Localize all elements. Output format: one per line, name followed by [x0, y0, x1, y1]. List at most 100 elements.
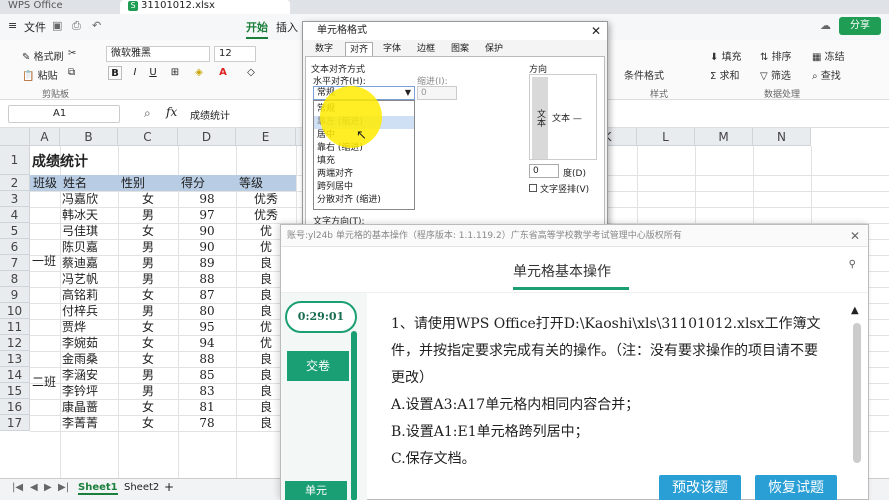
- table-cell[interactable]: 男: [118, 383, 178, 399]
- font-color-icon[interactable]: A: [216, 66, 230, 80]
- first-sheet-icon[interactable]: |◀: [12, 482, 23, 493]
- save-icon[interactable]: ▣: [52, 19, 62, 32]
- column-header-e[interactable]: E: [236, 128, 296, 146]
- close-icon[interactable]: ✕: [591, 22, 601, 40]
- table-cell[interactable]: 男: [118, 303, 178, 319]
- question-scrollbar[interactable]: ▲: [850, 305, 864, 495]
- row-header-14[interactable]: 14: [0, 367, 30, 383]
- tab-current-file[interactable]: S 31101012.xlsx: [120, 0, 290, 14]
- font-name-select[interactable]: 微软雅黑: [106, 46, 210, 62]
- close-icon[interactable]: ✕: [850, 225, 860, 247]
- table-cell[interactable]: 优秀: [236, 207, 296, 223]
- table-cell[interactable]: 陈贝嘉: [60, 239, 118, 255]
- table-cell[interactable]: 女: [118, 223, 178, 239]
- table-cell[interactable]: 李涵安: [60, 367, 118, 383]
- rotate-checkbox[interactable]: 文字竖排(V): [529, 182, 589, 195]
- table-cell[interactable]: 付梓兵: [60, 303, 118, 319]
- table-cell[interactable]: 80: [178, 303, 236, 319]
- freeze-button[interactable]: ▦ 冻结: [812, 48, 845, 63]
- sort-button[interactable]: ⇅ 排序: [760, 48, 792, 63]
- share-button[interactable]: 分享: [839, 17, 881, 35]
- table-cell[interactable]: 78: [178, 415, 236, 431]
- clear-format-icon[interactable]: ◇: [244, 66, 258, 80]
- dialog-tab-5[interactable]: 保护: [481, 42, 507, 56]
- dialog-tab-1[interactable]: 对齐: [345, 42, 374, 56]
- column-header-a[interactable]: A: [30, 128, 60, 146]
- table-cell[interactable]: 女: [118, 351, 178, 367]
- row-header-10[interactable]: 10: [0, 303, 30, 319]
- degrees-input[interactable]: 0: [529, 164, 559, 178]
- header-cell[interactable]: 班级: [30, 175, 60, 191]
- table-cell[interactable]: 冯艺帆: [60, 271, 118, 287]
- select-all-corner[interactable]: [0, 128, 30, 146]
- row-header-16[interactable]: 16: [0, 399, 30, 415]
- table-cell[interactable]: 优秀: [236, 191, 296, 207]
- row-header-8[interactable]: 8: [0, 271, 30, 287]
- table-cell[interactable]: 95: [178, 319, 236, 335]
- undo-icon[interactable]: ↶: [92, 19, 101, 32]
- row-header-6[interactable]: 6: [0, 239, 30, 255]
- row-header-7[interactable]: 7: [0, 255, 30, 271]
- header-cell[interactable]: 姓名: [60, 175, 118, 191]
- fill-color-icon[interactable]: ◈: [192, 66, 206, 80]
- last-sheet-icon[interactable]: ▶|: [58, 482, 69, 493]
- h-align-option[interactable]: 填充: [317, 155, 335, 168]
- row-header-5[interactable]: 5: [0, 223, 30, 239]
- table-cell[interactable]: 87: [178, 287, 236, 303]
- next-sheet-icon[interactable]: ▶: [44, 482, 52, 493]
- sheet-tab-1[interactable]: Sheet1: [78, 482, 118, 495]
- format-painter-button[interactable]: ✎ 格式刷: [22, 48, 64, 63]
- header-cell[interactable]: 性别: [118, 175, 178, 191]
- table-cell[interactable]: 男: [118, 239, 178, 255]
- conditional-format-button[interactable]: 条件格式: [624, 67, 664, 82]
- table-cell[interactable]: 康晶蔷: [60, 399, 118, 415]
- add-sheet-icon[interactable]: +: [164, 480, 174, 494]
- dialog-tab-3[interactable]: 边框: [413, 42, 439, 56]
- dialog-tab-2[interactable]: 字体: [379, 42, 405, 56]
- column-header-d[interactable]: D: [178, 128, 236, 146]
- fx-icon[interactable]: fx: [166, 105, 177, 119]
- table-cell[interactable]: 97: [178, 207, 236, 223]
- vertical-text-option[interactable]: 文本: [532, 77, 548, 159]
- table-cell[interactable]: 88: [178, 271, 236, 287]
- h-align-option[interactable]: 分散对齐 (缩进): [317, 194, 381, 207]
- hamburger-icon[interactable]: ≡: [8, 19, 17, 32]
- fill-button[interactable]: ⬇ 填充: [710, 48, 742, 63]
- orientation-box[interactable]: 文本 文本 —: [529, 74, 597, 160]
- print-icon[interactable]: ⎙: [72, 19, 81, 33]
- paste-button[interactable]: 📋 粘贴: [22, 67, 58, 82]
- zoom-search-icon[interactable]: ⌕: [144, 106, 151, 121]
- row-header-13[interactable]: 13: [0, 351, 30, 367]
- table-cell[interactable]: 李婉茹: [60, 335, 118, 351]
- h-align-option[interactable]: 跨列居中: [317, 181, 353, 194]
- row-header-11[interactable]: 11: [0, 319, 30, 335]
- column-header-n[interactable]: N: [753, 128, 811, 146]
- row-header-9[interactable]: 9: [0, 287, 30, 303]
- prev-sheet-icon[interactable]: ◀: [30, 482, 38, 493]
- table-cell[interactable]: 弓佳琪: [60, 223, 118, 239]
- table-cell[interactable]: 女: [118, 415, 178, 431]
- horizontal-text-dial[interactable]: 文本 —: [552, 111, 582, 124]
- dialog-tab-0[interactable]: 数字: [311, 42, 337, 56]
- h-align-option[interactable]: 两端对齐: [317, 168, 353, 181]
- header-cell[interactable]: 等级: [236, 175, 296, 191]
- row-header-3[interactable]: 3: [0, 191, 30, 207]
- table-cell[interactable]: 男: [118, 367, 178, 383]
- column-header-m[interactable]: M: [695, 128, 753, 146]
- reset-question-button[interactable]: 预改该题: [659, 475, 741, 500]
- formula-input[interactable]: 成绩统计: [190, 107, 230, 122]
- table-cell[interactable]: 男: [118, 207, 178, 223]
- submit-button[interactable]: 交卷: [287, 351, 349, 381]
- cell-a1[interactable]: 成绩统计: [32, 149, 88, 175]
- table-cell[interactable]: 男: [118, 271, 178, 287]
- table-cell[interactable]: 89: [178, 255, 236, 271]
- font-size-select[interactable]: 12: [214, 46, 256, 62]
- italic-button[interactable]: I: [128, 66, 142, 80]
- find-button[interactable]: ⌕ 查找: [812, 67, 841, 82]
- table-cell[interactable]: 冯嘉欣: [60, 191, 118, 207]
- table-cell[interactable]: 98: [178, 191, 236, 207]
- header-cell[interactable]: 得分: [178, 175, 236, 191]
- row-header-17[interactable]: 17: [0, 415, 30, 431]
- table-cell[interactable]: 李菁菁: [60, 415, 118, 431]
- table-cell[interactable]: 蔡迪嘉: [60, 255, 118, 271]
